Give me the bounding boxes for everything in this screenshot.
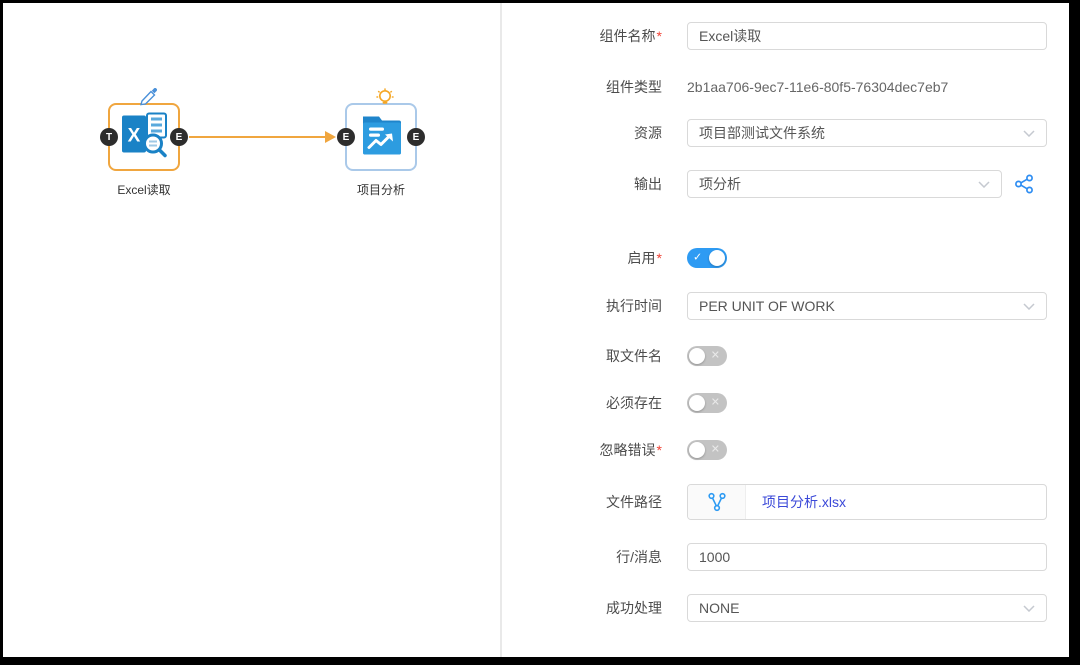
resource-select[interactable]: 项目部测试文件系统 xyxy=(687,119,1047,147)
app-window: X T E Excel读取 xyxy=(3,3,1069,657)
field-row-ignore-errors: 忽略错误* ✕ xyxy=(502,440,1062,460)
field-row-get-filename: 取文件名 ✕ xyxy=(502,346,1062,366)
field-label-text: 资源 xyxy=(634,125,662,141)
chevron-down-icon xyxy=(1023,130,1035,137)
lightbulb-icon xyxy=(375,88,395,112)
exec-time-select[interactable]: PER UNIT OF WORK xyxy=(687,292,1047,320)
field-label: 取文件名 xyxy=(502,346,662,366)
field-label-text: 成功处理 xyxy=(606,600,662,616)
analysis-document-icon xyxy=(359,114,403,161)
node-port-badge-e[interactable]: E xyxy=(337,128,355,146)
field-row-rows-per-message: 行/消息 xyxy=(502,543,1062,571)
node-port-badge-e[interactable]: E xyxy=(407,128,425,146)
exec-time-select-value: PER UNIT OF WORK xyxy=(699,298,835,314)
field-row-enabled: 启用* ✓ xyxy=(502,248,1062,268)
field-label-text: 组件名称 xyxy=(600,28,656,44)
field-label-text: 组件类型 xyxy=(606,79,662,95)
field-label: 执行时间 xyxy=(502,292,662,320)
file-path-input: 项目分析.xlsx xyxy=(687,484,1047,520)
field-label: 输出 xyxy=(502,170,662,198)
field-label-text: 取文件名 xyxy=(606,348,662,364)
field-row-resource: 资源 项目部测试文件系统 xyxy=(502,119,1062,147)
properties-panel: 组件名称* 组件类型 2b1aa706-9ec7-11e6-80f5-76304… xyxy=(502,3,1069,657)
share-icon[interactable] xyxy=(1014,174,1034,194)
field-label: 组件类型 xyxy=(502,78,662,96)
output-select[interactable]: 项分析 xyxy=(687,170,1002,198)
field-label-text: 执行时间 xyxy=(606,298,662,314)
required-asterisk: * xyxy=(657,250,662,266)
output-select-value: 项分析 xyxy=(699,174,741,194)
field-label-text: 文件路径 xyxy=(606,494,662,510)
field-row-success-handling: 成功处理 NONE xyxy=(502,594,1062,622)
branch-variable-icon[interactable] xyxy=(688,485,746,519)
field-label: 启用* xyxy=(502,248,662,268)
field-row-output: 输出 项分析 xyxy=(502,170,1062,198)
must-exist-toggle[interactable]: ✕ xyxy=(687,393,727,413)
success-handling-select[interactable]: NONE xyxy=(687,594,1047,622)
field-label-text: 必须存在 xyxy=(606,395,662,411)
success-handling-select-value: NONE xyxy=(699,600,739,616)
field-label-text: 启用 xyxy=(628,250,656,266)
field-row-exec-time: 执行时间 PER UNIT OF WORK xyxy=(502,292,1062,320)
enabled-toggle[interactable]: ✓ xyxy=(687,248,727,268)
field-row-must-exist: 必须存在 ✕ xyxy=(502,393,1062,413)
field-label: 资源 xyxy=(502,119,662,147)
field-row-component-type: 组件类型 2b1aa706-9ec7-11e6-80f5-76304dec7eb… xyxy=(502,78,1062,96)
toggle-knob xyxy=(689,395,705,411)
flow-node-project-analysis[interactable]: E E 项目分析 xyxy=(345,103,417,171)
ignore-errors-toggle[interactable]: ✕ xyxy=(687,440,727,460)
check-icon: ✓ xyxy=(693,253,702,264)
x-icon: ✕ xyxy=(711,445,720,456)
field-label: 成功处理 xyxy=(502,594,662,622)
node-port-badge-e[interactable]: E xyxy=(170,128,188,146)
chevron-down-icon xyxy=(978,181,990,188)
component-type-value: 2b1aa706-9ec7-11e6-80f5-76304dec7eb7 xyxy=(687,79,948,95)
resource-select-value: 项目部测试文件系统 xyxy=(699,123,825,143)
field-label: 必须存在 xyxy=(502,393,662,413)
chevron-down-icon xyxy=(1023,303,1035,310)
field-row-file-path: 文件路径 项目分析.xlsx xyxy=(502,484,1062,520)
field-label: 组件名称* xyxy=(502,22,662,50)
field-label-text: 行/消息 xyxy=(616,549,662,565)
field-label-text: 输出 xyxy=(634,176,662,192)
toggle-knob xyxy=(689,348,705,364)
excel-icon: X xyxy=(120,112,168,163)
flow-node-excel-read[interactable]: X T E Excel读取 xyxy=(108,103,180,171)
required-asterisk: * xyxy=(657,442,662,458)
component-name-input[interactable] xyxy=(687,22,1047,50)
field-label: 忽略错误* xyxy=(502,440,662,460)
field-label: 文件路径 xyxy=(502,484,662,520)
flow-connector-arrowhead xyxy=(325,131,336,143)
flow-connector[interactable] xyxy=(189,136,326,138)
field-label: 行/消息 xyxy=(502,543,662,571)
node-label: 项目分析 xyxy=(357,181,405,198)
toggle-knob xyxy=(689,442,705,458)
x-icon: ✕ xyxy=(711,398,720,409)
rows-per-message-input[interactable] xyxy=(687,543,1047,571)
pencil-icon xyxy=(138,88,158,111)
required-asterisk: * xyxy=(657,28,662,44)
x-icon: ✕ xyxy=(711,351,720,362)
toggle-knob xyxy=(709,250,725,266)
get-filename-toggle[interactable]: ✕ xyxy=(687,346,727,366)
node-port-badge-t[interactable]: T xyxy=(100,128,118,146)
node-label: Excel读取 xyxy=(117,181,170,198)
field-label-text: 忽略错误 xyxy=(600,442,656,458)
field-row-component-name: 组件名称* xyxy=(502,22,1062,50)
svg-text:X: X xyxy=(128,126,141,147)
flow-canvas[interactable]: X T E Excel读取 xyxy=(3,3,500,657)
chevron-down-icon xyxy=(1023,605,1035,612)
file-path-link[interactable]: 项目分析.xlsx xyxy=(746,485,846,519)
